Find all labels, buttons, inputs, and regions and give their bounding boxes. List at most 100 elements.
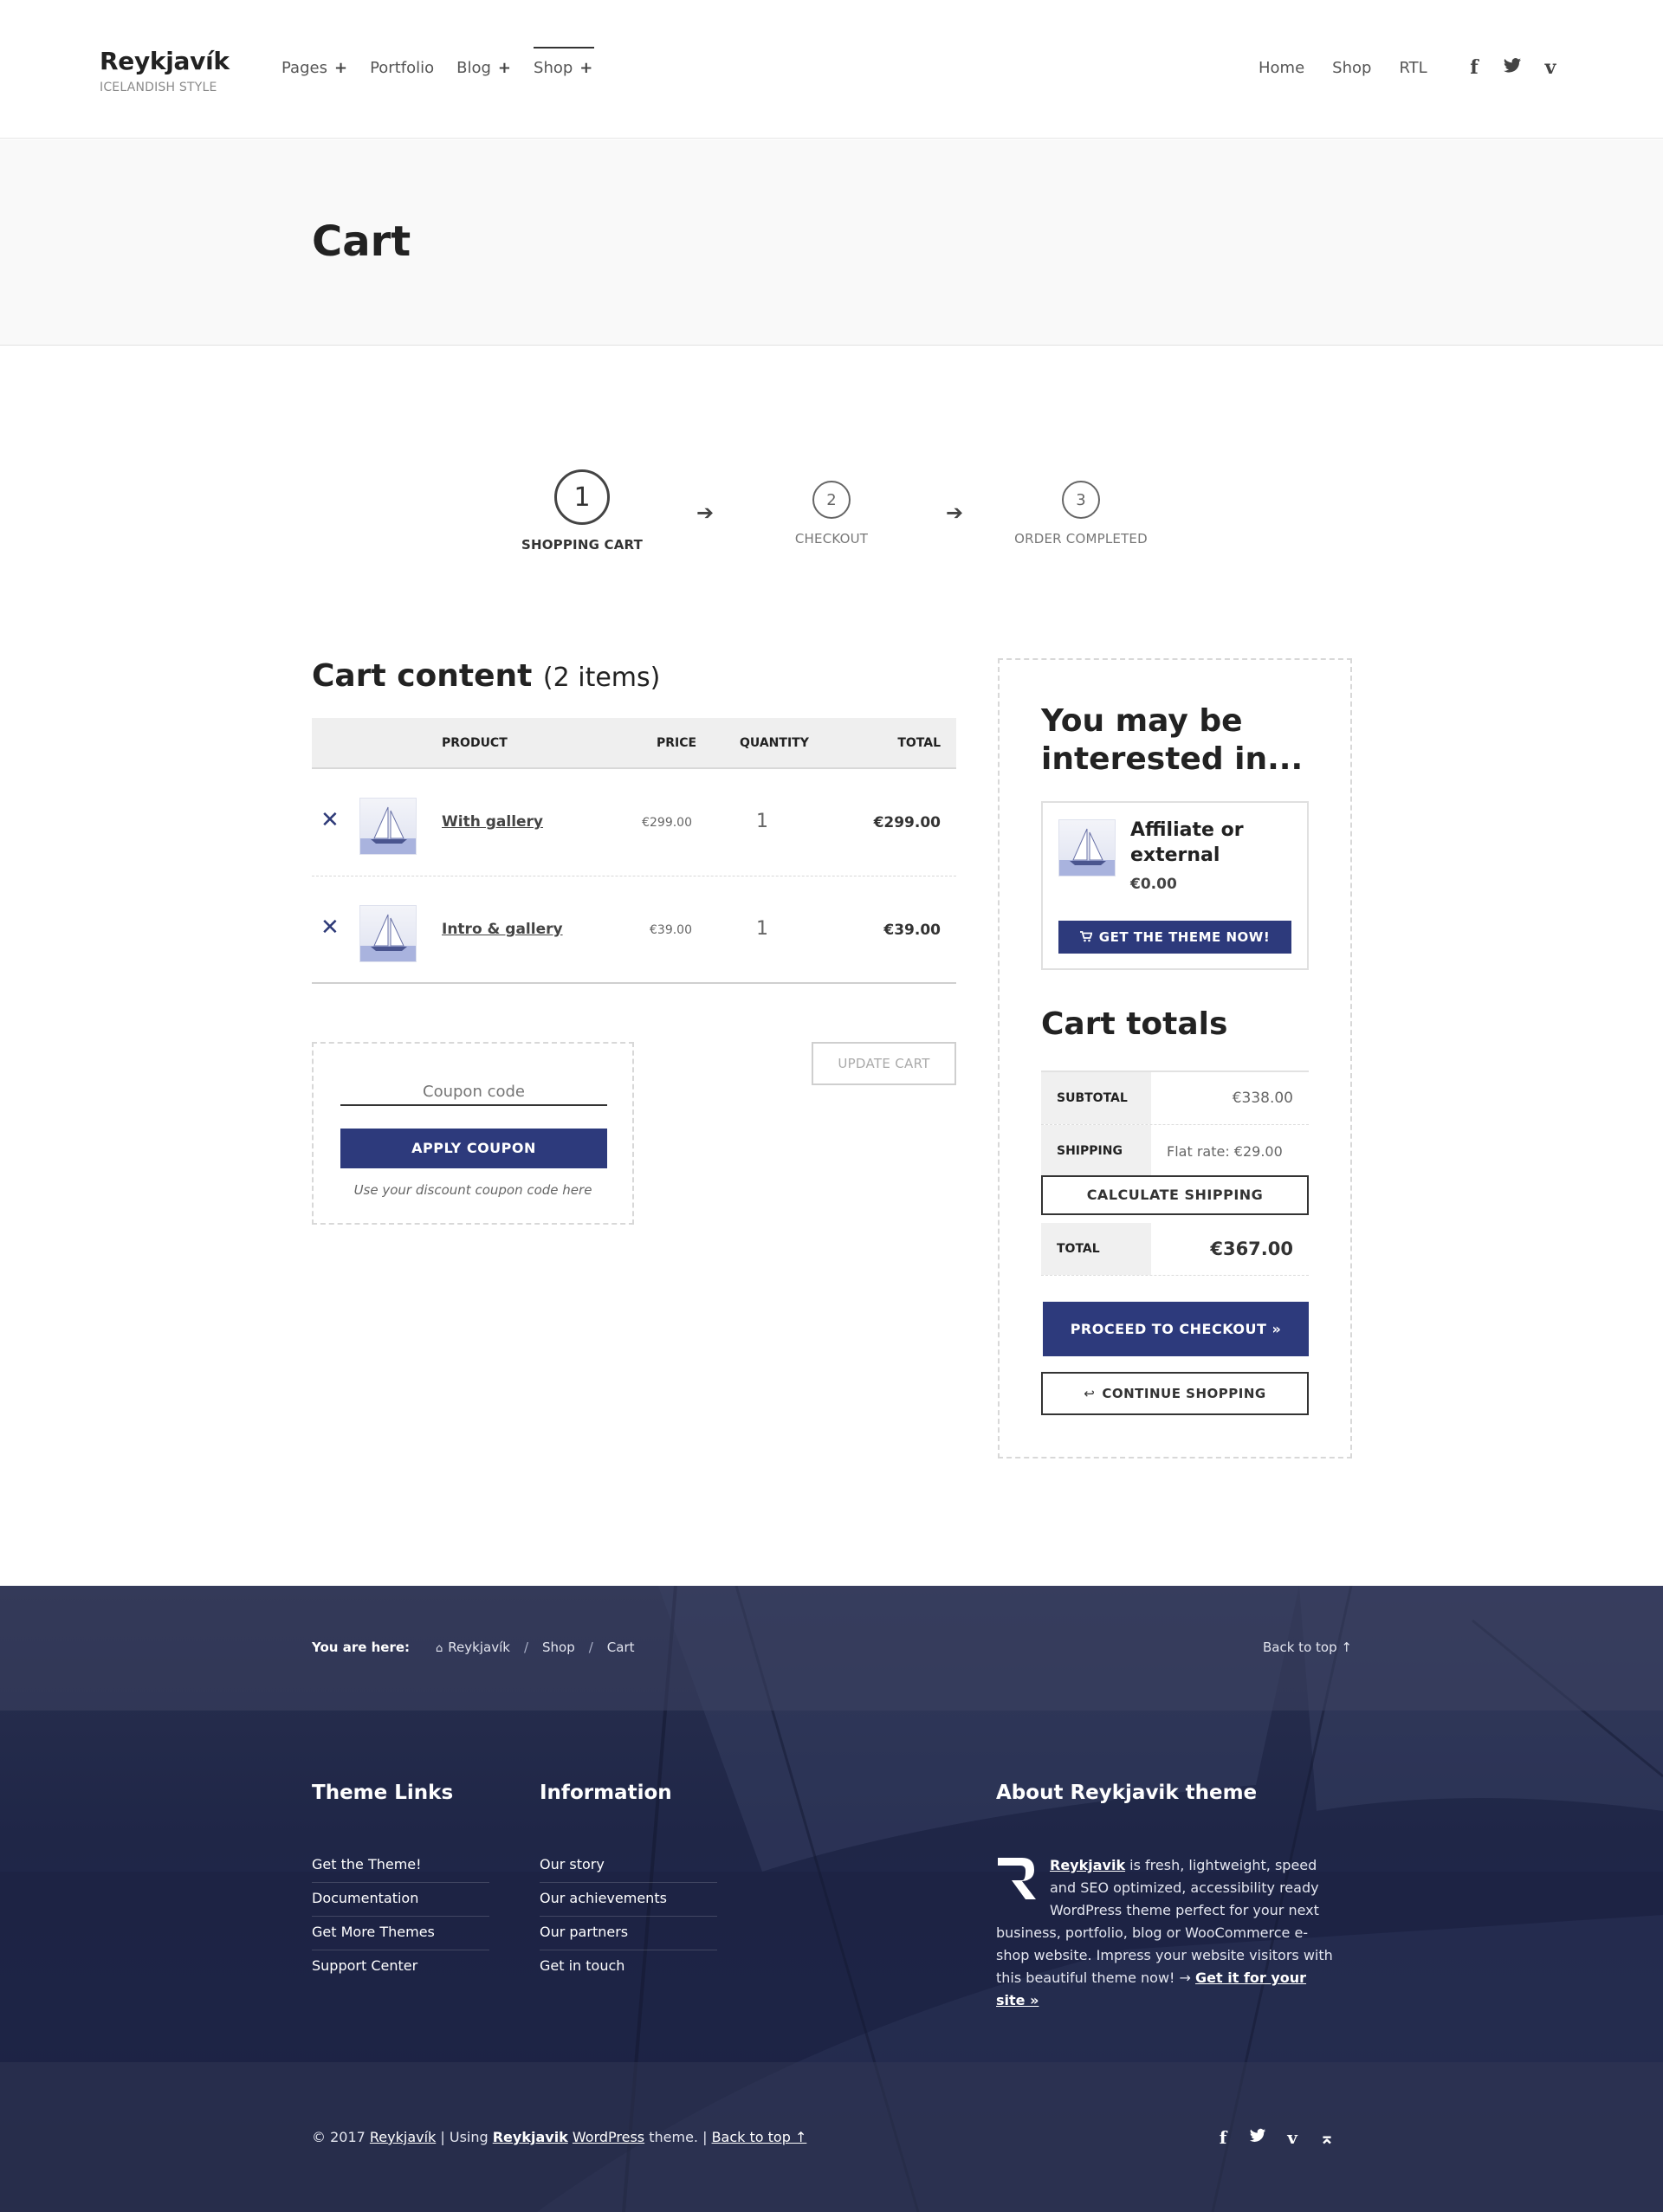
apply-coupon-button[interactable]: APPLY COUPON xyxy=(340,1129,607,1168)
vimeo-icon[interactable]: v xyxy=(1282,2127,1303,2148)
reykjavik-logo-icon xyxy=(998,1858,1036,1899)
step-label: CHECKOUT xyxy=(794,531,869,547)
get-theme-label[interactable]: GET THE THEME NOW! xyxy=(1099,929,1270,945)
line-total: €39.00 xyxy=(883,922,941,939)
quantity-field[interactable]: 1 xyxy=(756,811,768,832)
breadcrumb-item-shop[interactable]: Shop xyxy=(542,1640,575,1655)
breadcrumb-item-cart: Cart xyxy=(606,1640,635,1655)
step-number: 1 xyxy=(554,469,610,525)
copyright-wp-link[interactable]: WordPress xyxy=(573,2129,644,2145)
page-title: Cart xyxy=(312,217,411,266)
twitter-icon[interactable] xyxy=(1247,2127,1268,2148)
copyright-theme-link[interactable]: Reykjavik xyxy=(493,2129,568,2145)
step-number: 2 xyxy=(812,481,851,519)
back-to-top-icon[interactable]: ⌅ xyxy=(1317,2127,1337,2148)
remove-icon[interactable]: ✕ xyxy=(320,916,340,939)
nav-label[interactable]: Blog xyxy=(456,59,491,77)
facebook-icon[interactable]: f xyxy=(1213,2127,1233,2148)
footer-social: f v ⌅ xyxy=(1213,2127,1337,2148)
vimeo-icon[interactable]: v xyxy=(1540,57,1561,78)
shipping-value: Flat rate: €29.00 xyxy=(1167,1142,1283,1160)
quantity-field[interactable]: 1 xyxy=(756,918,768,940)
footer-link[interactable]: Our achievements xyxy=(540,1883,717,1917)
twitter-icon[interactable] xyxy=(1502,57,1523,78)
about-brand-link[interactable]: Reykjavik xyxy=(1050,1857,1125,1873)
copyright-using: | Using xyxy=(436,2129,493,2145)
copyright: © 2017 Reykjavík | Using Reykjavik WordP… xyxy=(312,2129,806,2145)
recommended-product-price: €0.00 xyxy=(1130,876,1177,893)
recommended-product-name[interactable]: Affiliate or external xyxy=(1130,818,1304,868)
copyright-backtop-link[interactable]: Back to top ↑ xyxy=(712,2129,807,2145)
site-header: Reykjavík ICELANDISH STYLE Pages + Portfo… xyxy=(0,0,1663,139)
nav-home[interactable]: Home xyxy=(1259,59,1304,77)
subtotal-row: SUBTOTAL €338.00 xyxy=(1041,1072,1309,1125)
copyright-theme-suffix: theme. | xyxy=(644,2129,712,2145)
nav-label[interactable]: Shop xyxy=(534,59,573,77)
footer-link[interactable]: Support Center xyxy=(312,1950,489,1984)
footer-link[interactable]: Our story xyxy=(540,1849,717,1883)
subtotal-value: €338.00 xyxy=(1232,1090,1293,1107)
step-shopping-cart: 1 SHOPPING CART xyxy=(487,469,677,553)
nav-item-portfolio[interactable]: Portfolio xyxy=(370,59,434,77)
product-name-link[interactable]: Intro & gallery xyxy=(442,921,563,938)
step-label: ORDER COMPLETED xyxy=(1014,531,1148,547)
nav-rtl[interactable]: RTL xyxy=(1399,59,1427,77)
remove-icon[interactable]: ✕ xyxy=(320,809,340,831)
return-arrow-icon: ↩ xyxy=(1084,1386,1096,1401)
continue-shopping-button[interactable]: ↩ CONTINUE SHOPPING xyxy=(1041,1372,1309,1415)
coupon-code-input[interactable] xyxy=(340,1078,607,1106)
continue-shopping-label[interactable]: CONTINUE SHOPPING xyxy=(1102,1386,1265,1401)
facebook-icon[interactable]: f xyxy=(1464,57,1485,78)
step-label: SHOPPING CART xyxy=(521,537,644,553)
primary-nav: Pages + Portfolio Blog + Shop + xyxy=(281,47,595,77)
cart-item-count: (2 items) xyxy=(542,663,661,693)
plus-icon[interactable]: + xyxy=(498,59,511,77)
site-tagline: ICELANDISH STYLE xyxy=(100,81,217,94)
product-thumbnail[interactable] xyxy=(359,905,417,962)
sailboat-icon xyxy=(1070,828,1106,865)
nav-item-blog[interactable]: Blog + xyxy=(456,59,511,77)
heading-line: You may be xyxy=(1041,703,1243,739)
step-order-completed: 3 ORDER COMPLETED xyxy=(986,481,1176,547)
nav-label[interactable]: Pages xyxy=(281,59,327,77)
footer-link[interactable]: Get the Theme! xyxy=(312,1849,489,1883)
product-price: €39.00 xyxy=(650,923,692,937)
footer-link[interactable]: Our partners xyxy=(540,1917,717,1950)
theme-links-list: Get the Theme! Documentation Get More Th… xyxy=(312,1849,489,1984)
breadcrumb-item-home[interactable]: ⌂ Reykjavík xyxy=(436,1640,510,1655)
total-label: TOTAL xyxy=(1041,1223,1151,1275)
plus-icon[interactable]: + xyxy=(334,59,347,77)
product-name-link[interactable]: With gallery xyxy=(442,813,543,831)
product-thumbnail[interactable] xyxy=(1058,819,1116,876)
recommended-product-card: Affiliate or external €0.00 GET THE THEM… xyxy=(1041,801,1309,970)
get-theme-button[interactable]: GET THE THEME NOW! xyxy=(1058,921,1291,954)
back-to-top-link[interactable]: Back to top ↑ xyxy=(1263,1640,1352,1655)
footer-bottom-bar xyxy=(0,2062,1663,2212)
update-cart-button[interactable]: UPDATE CART xyxy=(812,1042,956,1085)
nav-label[interactable]: Portfolio xyxy=(370,59,434,77)
col-product: PRODUCT xyxy=(442,736,508,750)
nav-item-shop[interactable]: Shop + xyxy=(534,47,595,77)
site-title[interactable]: Reykjavík xyxy=(100,47,230,75)
footer-link[interactable]: Documentation xyxy=(312,1883,489,1917)
page-title-bar: Cart xyxy=(0,139,1663,346)
breadcrumb-home-label[interactable]: Reykjavík xyxy=(448,1640,510,1655)
copyright-site-link[interactable]: Reykjavík xyxy=(370,2129,436,2145)
site-logo[interactable]: Reykjavík ICELANDISH STYLE xyxy=(100,47,230,94)
footer-link[interactable]: Get in touch xyxy=(540,1950,717,1984)
breadcrumb: You are here: ⌂ Reykjavík / Shop / Cart xyxy=(312,1640,635,1655)
footer-link[interactable]: Get More Themes xyxy=(312,1917,489,1950)
product-thumbnail[interactable] xyxy=(359,798,417,855)
calculate-shipping-button[interactable]: CALCULATE SHIPPING xyxy=(1041,1175,1309,1215)
plus-icon[interactable]: + xyxy=(579,59,592,77)
breadcrumb-separator: / xyxy=(588,1640,593,1655)
subtotal-label: SUBTOTAL xyxy=(1041,1072,1151,1124)
cart-sidebar: You may be interested in... Affiliate or… xyxy=(998,658,1352,1458)
theme-links-title: Theme Links xyxy=(312,1782,454,1804)
step-checkout: 2 CHECKOUT xyxy=(736,481,927,547)
proceed-to-checkout-button[interactable]: PROCEED TO CHECKOUT » xyxy=(1043,1302,1309,1356)
nav-shop[interactable]: Shop xyxy=(1332,59,1371,77)
shipping-label: SHIPPING xyxy=(1041,1125,1151,1177)
about-text: Reykjavik is fresh, lightweight, speed a… xyxy=(996,1854,1338,2012)
nav-item-pages[interactable]: Pages + xyxy=(281,59,347,77)
